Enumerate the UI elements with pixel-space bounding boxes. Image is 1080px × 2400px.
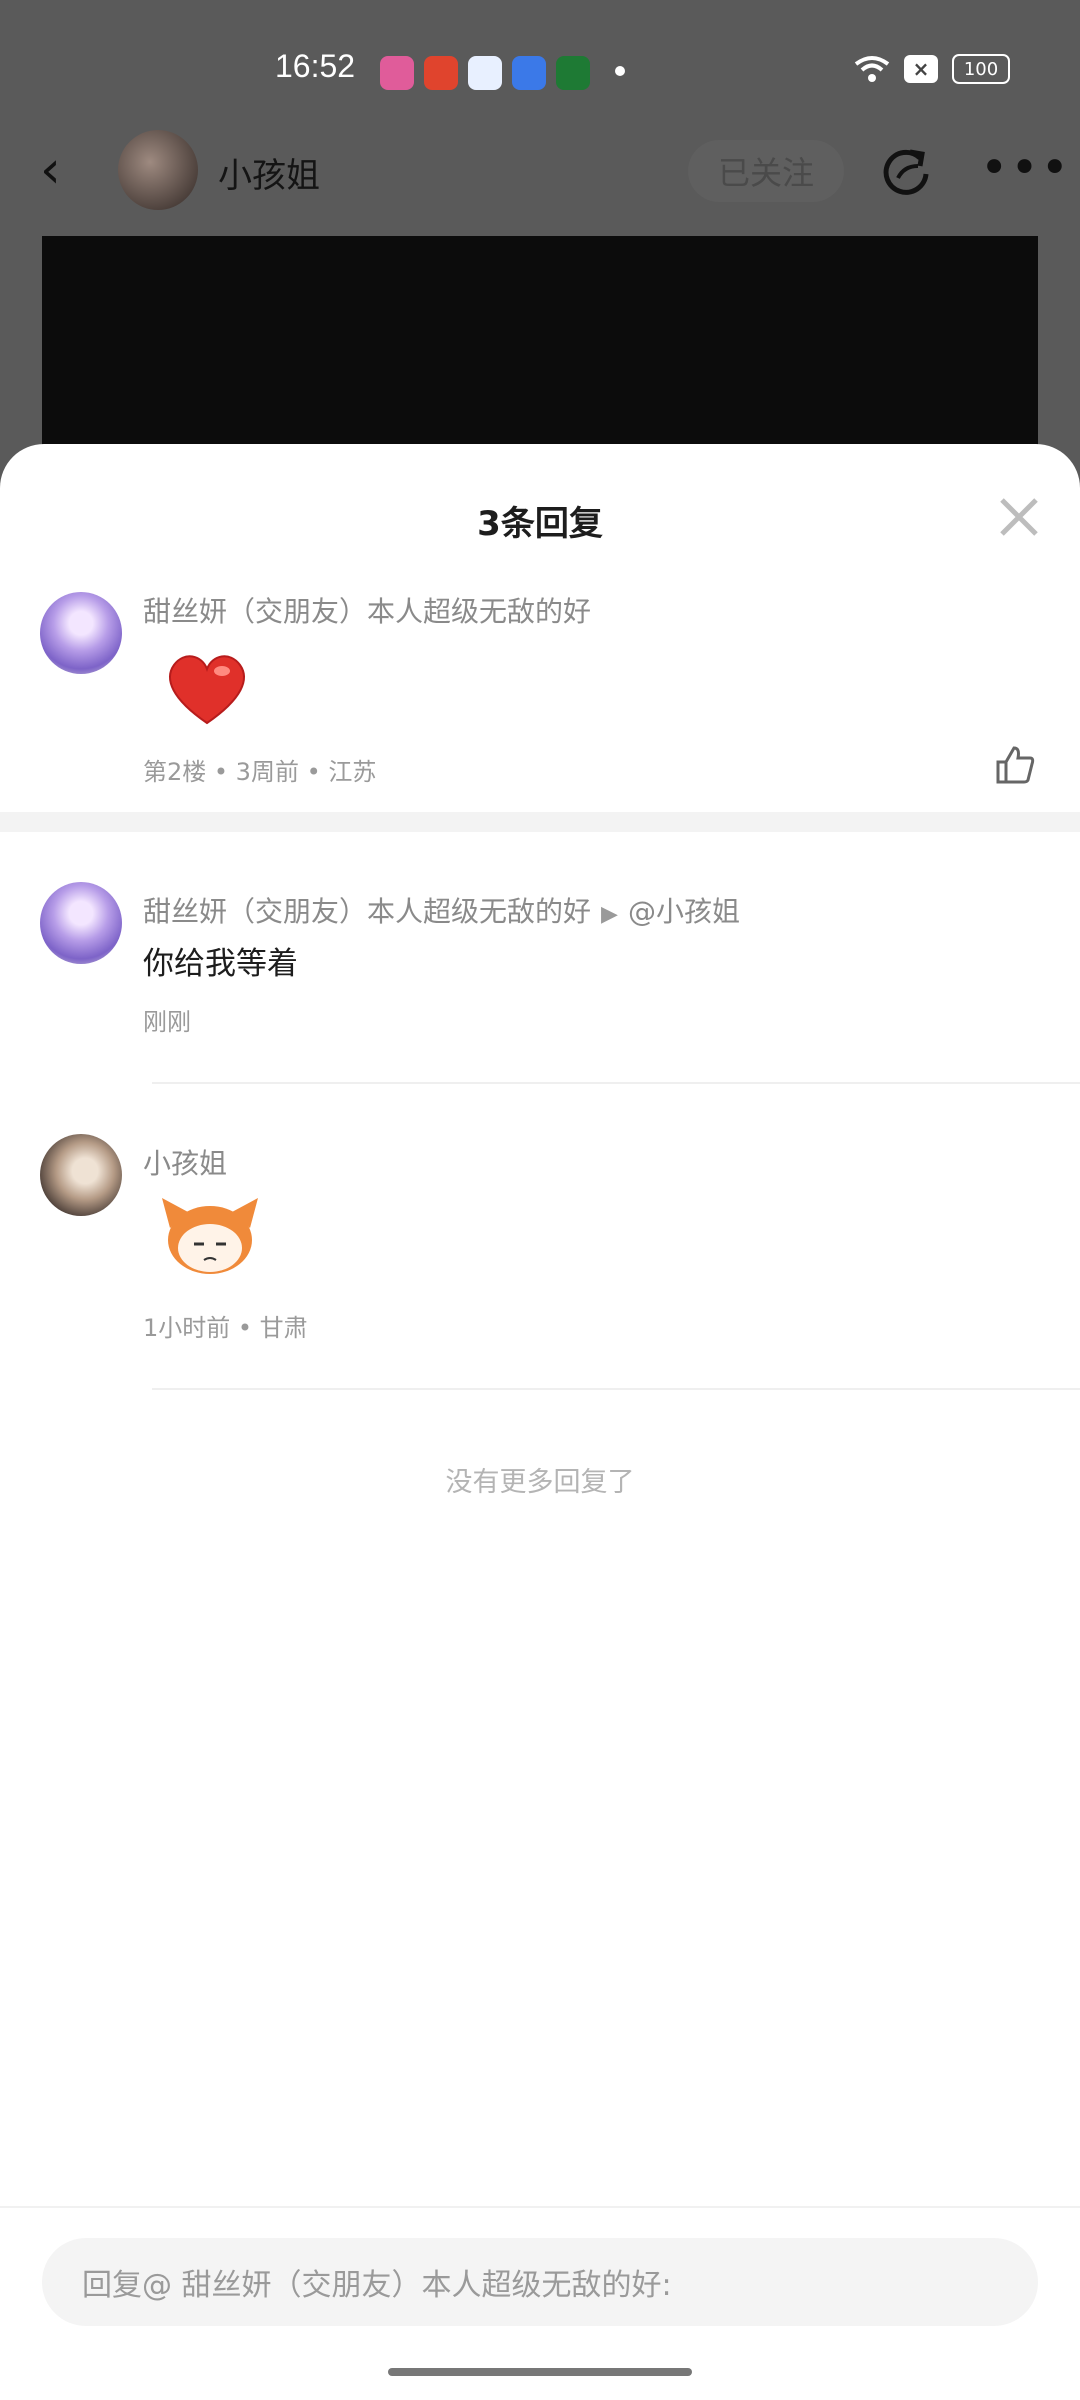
comment-author-line: 甜丝妍（交朋友）本人超级无敌的好 ▶ @小孩姐: [143, 890, 740, 930]
sticker-emoji: [162, 1198, 258, 1274]
close-icon[interactable]: [998, 496, 1040, 538]
avatar[interactable]: [40, 1134, 122, 1216]
comment-text[interactable]: 你给我等着: [143, 938, 298, 983]
notification-icons: [380, 56, 590, 90]
section-divider: [0, 812, 1080, 832]
comment-author[interactable]: 小孩姐: [143, 1142, 227, 1182]
input-divider: [0, 2206, 1080, 2208]
comment-divider: [152, 1082, 1080, 1084]
status-time: 16:52: [275, 48, 356, 84]
no-more-replies-text: 没有更多回复了: [445, 1467, 635, 1498]
share-icon[interactable]: [880, 144, 932, 196]
heart-emoji: [169, 655, 245, 725]
notification-dot: [615, 66, 625, 76]
reply-input[interactable]: 回复@ 甜丝妍（交朋友）本人超级无敌的好:: [42, 2238, 1038, 2326]
comment-divider: [152, 1388, 1080, 1390]
sheet-title: 3条回复: [477, 504, 603, 544]
comment-meta: 1小时前 • 甘肃: [143, 1314, 308, 1342]
reply-to-user[interactable]: @小孩姐: [628, 895, 740, 928]
avatar[interactable]: [118, 130, 198, 210]
reply-sheet: 3条回复 甜丝妍（交朋友）本人超级无敌的好 第2楼 • 3周前 • 江苏 甜丝妍…: [0, 444, 1080, 2400]
no-sim-icon: ×: [904, 55, 938, 83]
thumbs-up-icon[interactable]: [994, 744, 1036, 786]
app-icon: [556, 56, 590, 90]
app-icon: [468, 56, 502, 90]
avatar[interactable]: [40, 592, 122, 674]
status-bar: 16:52 × 100: [0, 0, 1080, 140]
comment-meta: 刚刚: [143, 1008, 191, 1036]
system-indicators: × 100: [854, 54, 1010, 84]
app-icon: [512, 56, 546, 90]
home-indicator[interactable]: [388, 2368, 692, 2376]
wifi-icon: [854, 56, 890, 82]
comment-meta: 第2楼 • 3周前 • 江苏: [143, 758, 377, 786]
comment-author[interactable]: 甜丝妍（交朋友）本人超级无敌的好: [143, 895, 591, 928]
user-name[interactable]: 小孩姐: [218, 148, 320, 197]
app-icon: [380, 56, 414, 90]
app-icon: [424, 56, 458, 90]
reply-input-placeholder: 回复@ 甜丝妍（交朋友）本人超级无敌的好:: [82, 2268, 672, 2303]
comment-author[interactable]: 甜丝妍（交朋友）本人超级无敌的好: [143, 590, 591, 630]
reply-arrow-icon: ▶: [601, 902, 618, 927]
more-icon[interactable]: •••: [980, 140, 1071, 196]
back-icon[interactable]: ‹: [40, 140, 61, 200]
avatar[interactable]: [40, 882, 122, 964]
follow-button[interactable]: 已关注: [688, 140, 844, 202]
battery-icon: 100: [952, 54, 1010, 84]
video-player[interactable]: [42, 236, 1038, 456]
